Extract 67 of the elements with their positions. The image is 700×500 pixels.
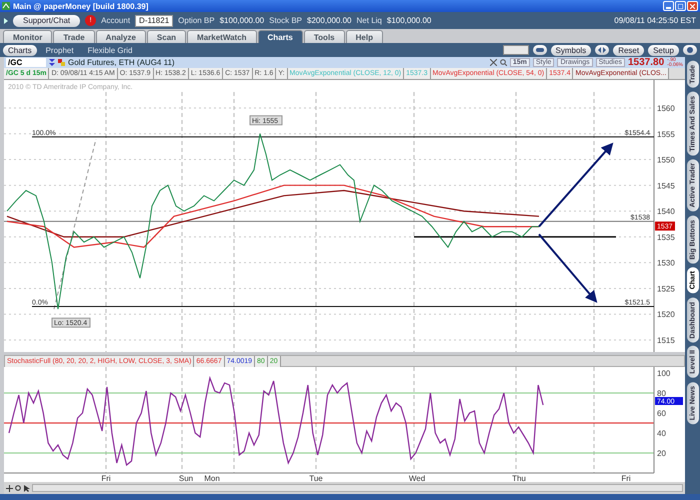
time-axis-label: Thu <box>512 474 526 482</box>
horizontal-scrollbar[interactable] <box>32 484 683 492</box>
datetime: 09/08/11 04:25:50 EST <box>614 16 696 25</box>
arrows-icon[interactable] <box>595 45 610 55</box>
time-axis-label: Fri <box>621 474 631 482</box>
balance-value: $100,000.00 <box>386 16 432 25</box>
cursor-icon[interactable] <box>24 484 30 492</box>
app-icon <box>2 2 10 10</box>
crosshair-icon[interactable] <box>6 484 13 492</box>
main-tab[interactable]: Trade <box>53 30 95 43</box>
maximize-button[interactable] <box>675 1 686 11</box>
oscillator-tick-label: 40 <box>657 429 666 438</box>
time-axis-label: Wed <box>408 474 426 482</box>
main-tab[interactable]: Analyze <box>96 30 146 43</box>
triangle-icon[interactable] <box>4 18 8 24</box>
sub-tab[interactable]: Prophet <box>40 44 79 56</box>
balance-label: Stock BP <box>269 16 302 25</box>
price-tick-label: 1545 <box>657 181 675 190</box>
oscillator-tick-label: 80 <box>657 389 666 398</box>
main-tab[interactable]: MarketWatch <box>187 30 257 43</box>
account-field[interactable]: D-11821 <box>135 14 174 26</box>
filter-icon[interactable] <box>49 59 55 66</box>
oscillator-tick-label: 20 <box>657 449 666 458</box>
last-price: 1537.80 <box>628 57 664 68</box>
time-axis-label: Sun <box>178 474 194 482</box>
balance-value: $100,000.00 <box>220 16 264 25</box>
price-tick-label: 1540 <box>657 207 675 216</box>
main-tab[interactable]: Help <box>346 30 383 43</box>
window-title: Main @ paperMoney [build 1800.39] <box>13 2 148 10</box>
input-field[interactable] <box>502 45 528 55</box>
support-chat-button[interactable]: Support/Chat <box>13 14 80 26</box>
balance-label: Net Liq <box>356 16 382 25</box>
price-tick-label: 1520 <box>657 310 675 320</box>
zoom-icon[interactable] <box>15 484 22 492</box>
toolbar-button[interactable]: Setup <box>648 44 679 56</box>
maximize-icon <box>678 4 683 8</box>
arrow <box>538 234 598 303</box>
main-tab[interactable]: Tools <box>304 30 345 43</box>
sub-tab[interactable]: Flexible Grid <box>82 44 138 56</box>
toolbar-button[interactable]: Reset <box>613 44 644 56</box>
zoom-icon[interactable] <box>500 59 507 66</box>
balance-label: Option BP <box>178 16 215 25</box>
sub-tab[interactable]: Charts <box>3 44 37 56</box>
main-tab[interactable]: Scan <box>146 30 186 43</box>
symbol-field[interactable]: /GC <box>6 58 46 67</box>
price-tick-label: 1525 <box>657 284 675 294</box>
main-tab[interactable]: Charts <box>258 30 303 43</box>
balance-value: $200,000.00 <box>307 16 352 25</box>
main-tab[interactable]: Monitor <box>3 30 52 43</box>
color-squares-icon <box>58 59 65 66</box>
toolbar-button[interactable]: Symbols <box>550 44 592 56</box>
time-axis-label: Mon <box>204 474 220 482</box>
minimize-button[interactable] <box>663 1 674 11</box>
price-tick-label: 1530 <box>657 258 675 268</box>
symbol-description: Gold Futures, ETH (AUG4 11) <box>68 58 175 67</box>
price-tick-label: 1560 <box>657 104 675 113</box>
account-label: Account <box>101 16 130 25</box>
oscillator-tick-label: 100 <box>657 369 670 378</box>
price-tick-label: 1515 <box>657 336 675 346</box>
time-axis-label: Tue <box>309 474 323 482</box>
price-tick-label: 1535 <box>657 232 675 242</box>
price-tick-label: 1555 <box>657 130 675 139</box>
close-button[interactable] <box>687 1 698 11</box>
close-icon <box>690 4 695 8</box>
oscillator-tick-label: 60 <box>657 409 666 418</box>
price-tick-label: 1550 <box>657 156 675 165</box>
time-axis-label: Fri <box>101 474 111 482</box>
